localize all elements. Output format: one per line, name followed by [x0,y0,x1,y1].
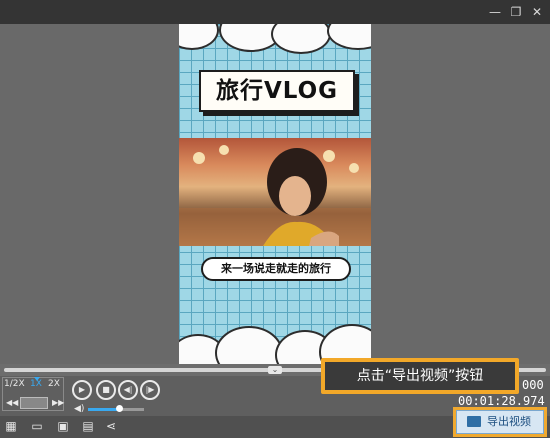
rewind-icon[interactable]: ◀◀ [6,398,18,407]
cloud-shape [215,326,283,364]
speed-slider[interactable] [20,397,48,409]
poster-title: 旅行VLOG [199,70,355,112]
cloud-shape [327,24,371,50]
save-icon[interactable]: ▣ [56,419,70,433]
collapse-chevron-icon[interactable]: ⌄ [268,366,282,374]
snapshot-icon[interactable]: ▦ [4,419,18,433]
speed-option[interactable]: 2X [48,379,60,389]
fast-forward-icon[interactable]: ▶▶ [52,398,64,407]
instruction-text: 点击“导出视频”按钮 [325,362,515,390]
speed-option[interactable]: 1/2X [4,379,25,389]
restore-icon[interactable]: ❐ [507,3,525,21]
export-video-button[interactable]: 导出视频 [453,407,547,437]
video-poster: 旅行VLOG 来一场说走就走的旅行 [179,24,371,364]
close-icon[interactable]: ✕ [528,3,546,21]
speed-marker-icon [34,377,40,381]
export-button-label: 导出视频 [487,415,531,428]
cloud-shape [271,24,331,54]
share-icon[interactable]: ⋖ [104,419,118,433]
previous-frame-icon[interactable]: ◀| [118,380,138,400]
title-bar: — ❐ ✕ [0,0,550,24]
volume-knob[interactable] [115,405,123,412]
instruction-callout: 点击“导出视频”按钮 [321,358,519,394]
volume-icon[interactable]: ◀) [74,404,84,414]
time-readout: 00:01:28.974 [458,394,545,408]
play-icon[interactable]: ▶ [72,380,92,400]
export-icon [467,416,481,427]
photo-illustration [179,145,371,246]
open-folder-icon[interactable]: ▭ [30,419,44,433]
volume-slider[interactable] [88,405,144,412]
poster-caption: 来一场说走就走的旅行 [201,257,351,281]
note-icon[interactable]: ▤ [81,419,95,433]
preview-stage: 旅行VLOG 来一场说走就走的旅行 [0,24,550,364]
volume-fill [88,408,119,411]
portrait-photo [179,138,371,246]
next-frame-icon[interactable]: |▶ [140,380,160,400]
cloud-shape [179,24,219,50]
minimize-icon[interactable]: — [486,3,504,21]
time-top-readout: 000 [522,378,544,392]
stop-icon[interactable]: ■ [96,380,116,400]
